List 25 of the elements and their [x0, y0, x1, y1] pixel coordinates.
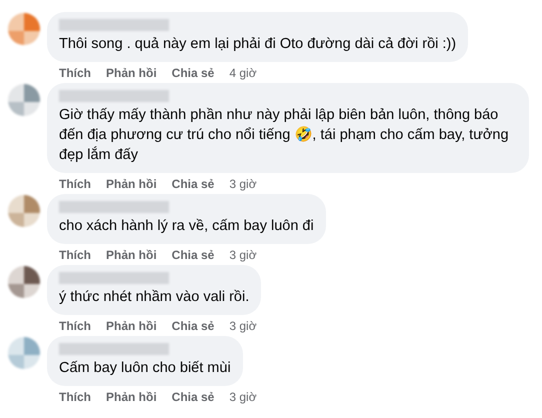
action-link[interactable]: Thích: [59, 318, 91, 334]
action-link[interactable]: Thích: [59, 247, 91, 263]
action-link[interactable]: Phản hồi: [106, 65, 157, 81]
action-link[interactable]: Chia sẻ: [172, 176, 214, 192]
timestamp: 3 giờ: [229, 318, 257, 334]
timestamp: 3 giờ: [229, 389, 257, 405]
action-link[interactable]: Phản hồi: [106, 389, 157, 405]
action-link[interactable]: Chia sẻ: [172, 247, 214, 263]
comment-text: Giờ thấy mấy thành phần như này phải lập biên bản luôn, thông báo đến địa phương cư trú cho nổi tiếng 🤣, tái phạm cho cấm bay, tưởng đẹp lắm đấy: [59, 106, 510, 165]
action-link[interactable]: Thích: [59, 176, 91, 192]
comment-text: Thôi song . quả này em lại phải đi Oto đường dài cả đời rồi :)): [59, 35, 456, 54]
action-link[interactable]: Chia sẻ: [172, 389, 214, 405]
comment-text: Cấm bay luôn cho biết mùi: [59, 359, 231, 378]
action-link[interactable]: Phản hồi: [106, 247, 157, 263]
timestamp: 3 giờ: [229, 247, 257, 263]
action-link[interactable]: Chia sẻ: [172, 65, 214, 81]
timestamp: 3 giờ: [229, 176, 257, 192]
action-link[interactable]: Phản hồi: [106, 318, 157, 334]
timestamp: 4 giờ: [229, 65, 257, 81]
comment-text: ý thức nhét nhầm vào vali rồi.: [59, 288, 250, 307]
action-link[interactable]: Thích: [59, 389, 91, 405]
action-link[interactable]: Thích: [59, 65, 91, 81]
comment-text: cho xách hành lý ra về, cấm bay luôn đi: [59, 217, 314, 236]
action-link[interactable]: Phản hồi: [106, 176, 157, 192]
action-link[interactable]: Chia sẻ: [172, 318, 214, 334]
